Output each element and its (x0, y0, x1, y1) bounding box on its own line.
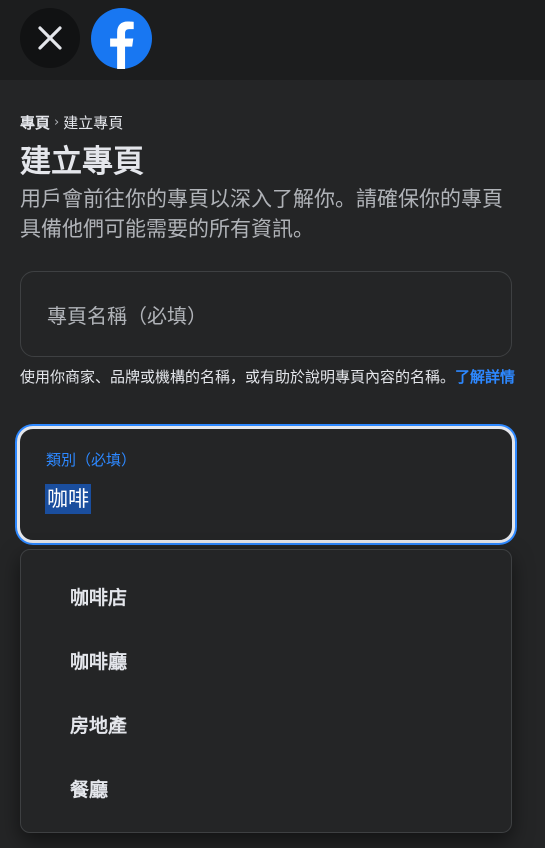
helper-text: 使用你商家、品牌或機構的名稱，或有助於說明專頁內容的名稱。 (20, 368, 456, 386)
breadcrumb: 專頁 › 建立專頁 (20, 112, 123, 133)
page-name-input[interactable]: 專頁名稱（必填） (20, 271, 512, 357)
page-title: 建立專頁 (20, 144, 144, 180)
page-name-placeholder: 專頁名稱（必填） (47, 303, 207, 328)
category-option[interactable]: 餐廳 (21, 756, 511, 820)
chevron-right-icon: › (54, 115, 60, 130)
category-label: 類別（必填） (46, 451, 137, 469)
category-option[interactable]: 咖啡店 (21, 564, 511, 628)
top-bar (0, 0, 545, 80)
close-button[interactable] (20, 8, 80, 68)
page-description: 用戶會前往你的專頁以深入了解你。請確保你的專頁具備他們可能需要的所有資訊。 (20, 187, 503, 241)
breadcrumb-pages-link[interactable]: 專頁 (20, 112, 50, 133)
facebook-logo-icon[interactable] (91, 8, 152, 69)
category-input[interactable]: 類別（必填） 咖啡 (17, 426, 515, 543)
category-option[interactable]: 咖啡廳 (21, 628, 511, 692)
category-suggestions-dropdown: 咖啡店 咖啡廳 房地產 餐廳 (20, 549, 512, 833)
category-value[interactable]: 咖啡 (45, 484, 91, 514)
category-option[interactable]: 房地產 (21, 692, 511, 756)
learn-more-link[interactable]: 了解詳情 (455, 368, 515, 386)
close-icon (38, 26, 62, 50)
page-name-helper-text: 使用你商家、品牌或機構的名稱，或有助於說明專頁內容的名稱。了解詳情 (20, 366, 520, 389)
breadcrumb-current: 建立專頁 (63, 114, 124, 132)
